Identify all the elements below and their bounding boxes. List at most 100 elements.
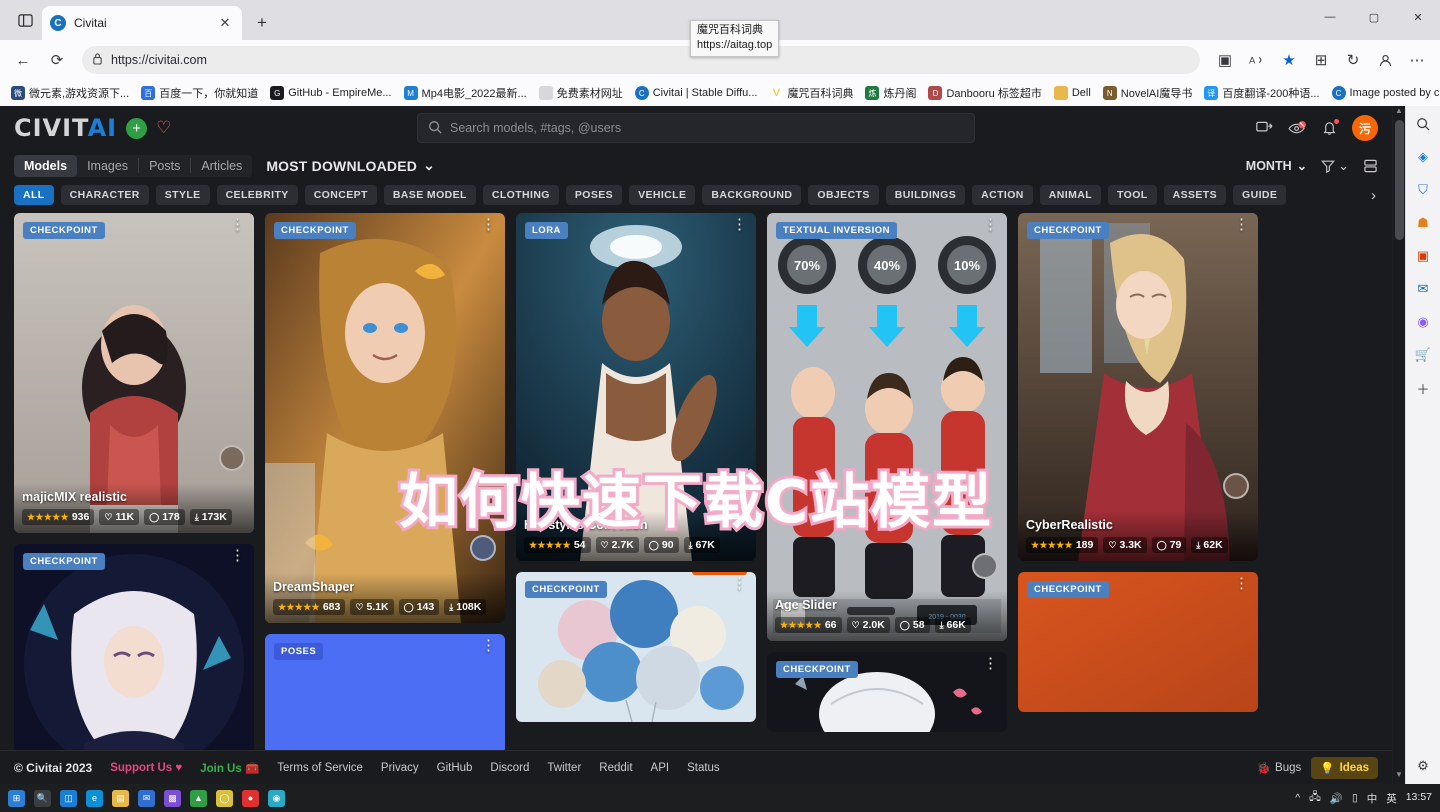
search-bar[interactable]: Search models, #tags, @users: [417, 113, 975, 143]
card-menu-icon[interactable]: ⋮: [230, 548, 245, 562]
model-card[interactable]: CHECKPOINT ⋮: [1018, 572, 1258, 712]
search-icon[interactable]: 🔍: [34, 789, 51, 807]
widgets-icon[interactable]: ◫: [60, 789, 77, 807]
site-logo[interactable]: CIVITAI + ♡: [14, 114, 171, 142]
office-icon[interactable]: ▣: [1413, 246, 1433, 266]
chip-action[interactable]: ACTION: [972, 185, 1033, 205]
back-icon[interactable]: ←: [8, 45, 38, 75]
avatar[interactable]: [219, 445, 245, 471]
chip-style[interactable]: STYLE: [155, 185, 210, 205]
card-menu-icon[interactable]: ⋮: [481, 217, 496, 231]
battery-icon[interactable]: ▯: [1352, 792, 1358, 804]
chrome-icon[interactable]: ◯: [216, 789, 233, 807]
notifications-icon[interactable]: [1322, 118, 1340, 136]
outlook-icon[interactable]: ✉: [1413, 279, 1433, 299]
bookmark-item[interactable]: D Danbooru 标签超市: [923, 83, 1046, 103]
chip-objects[interactable]: OBJECTS: [808, 185, 879, 205]
bookmark-item[interactable]: M Mp4电影_2022最新...: [399, 83, 532, 103]
maximize-icon[interactable]: ▢: [1352, 0, 1396, 34]
bookmark-item[interactable]: N NovelAI魔导书: [1098, 83, 1198, 103]
chip-buildings[interactable]: BUILDINGS: [885, 185, 966, 205]
favorite-icon[interactable]: ★: [1274, 45, 1304, 75]
model-card[interactable]: POSES ⋮: [265, 634, 505, 754]
chip-celebrity[interactable]: CELEBRITY: [216, 185, 298, 205]
browser-tab[interactable]: C Civitai ✕: [42, 6, 242, 40]
card-menu-icon[interactable]: ⋮: [983, 217, 998, 231]
model-card[interactable]: CHECKPOINT ⋮: [767, 652, 1007, 732]
close-icon[interactable]: ✕: [216, 14, 234, 32]
tab-models[interactable]: Models: [14, 154, 78, 177]
footer-link-status[interactable]: Status: [687, 762, 720, 774]
reload-icon[interactable]: ⟳: [42, 45, 72, 75]
model-card[interactable]: CHECKPOINT ⋮: [1018, 213, 1258, 561]
store-icon[interactable]: ▩: [164, 789, 181, 807]
chip-character[interactable]: CHARACTER: [60, 185, 149, 205]
ime-icon[interactable]: 中: [1367, 791, 1378, 806]
page-scrollbar[interactable]: ▲ ▼: [1392, 106, 1405, 784]
model-card[interactable]: CHECKPOINT ⋮: [265, 213, 505, 623]
address-bar[interactable]: https://civitai.com: [82, 46, 1200, 74]
avatar[interactable]: [1223, 473, 1249, 499]
tab-actions-button[interactable]: [8, 3, 42, 37]
card-menu-icon[interactable]: ⋮: [1234, 217, 1249, 231]
new-tab-button[interactable]: +: [248, 9, 276, 37]
bookmark-item[interactable]: Dell: [1049, 84, 1096, 102]
more-options-icon[interactable]: ⋯: [1402, 45, 1432, 75]
explorer-icon[interactable]: ▤: [112, 789, 129, 807]
model-card[interactable]: TEXTUAL INVERSION ⋮ 70% 40% 10% Age Slid…: [767, 213, 1007, 641]
footer-link-reddit[interactable]: Reddit: [599, 762, 632, 774]
model-card[interactable]: CHECKPOINT ⋮: [14, 544, 254, 784]
sound-icon[interactable]: 🔊: [1330, 792, 1343, 805]
chip-vehicle[interactable]: VEHICLE: [629, 185, 696, 205]
bugs-button[interactable]: 🐞 Bugs: [1257, 761, 1302, 775]
card-menu-icon[interactable]: ⋮: [732, 217, 747, 231]
model-card[interactable]: CHECKPOINT Updated ⋮: [516, 572, 756, 722]
chip-background[interactable]: BACKGROUND: [702, 185, 802, 205]
bookmark-item[interactable]: CImage posted by cn...: [1327, 84, 1440, 102]
search-icon[interactable]: [1413, 114, 1433, 134]
copilot-icon[interactable]: ◈: [1413, 147, 1433, 167]
chip-guide[interactable]: GUIDE: [1233, 185, 1287, 205]
chip-animal[interactable]: ANIMAL: [1039, 185, 1102, 205]
chip-base-model[interactable]: BASE MODEL: [383, 185, 476, 205]
person-icon[interactable]: ☗: [1413, 213, 1433, 233]
chip-all[interactable]: ALL: [14, 185, 54, 205]
avatar[interactable]: [721, 473, 747, 499]
add-tool-icon[interactable]: ＋: [1413, 378, 1433, 398]
hidden-content-icon[interactable]: [1288, 120, 1307, 136]
model-card[interactable]: CHECKPOINT ⋮: [14, 213, 254, 533]
collections-icon[interactable]: ⊞: [1306, 45, 1336, 75]
green-app-icon[interactable]: ▲: [190, 789, 207, 807]
bookmark-item[interactable]: V 魔咒百科词典: [764, 83, 858, 103]
edge-icon[interactable]: e: [86, 789, 103, 807]
history-icon[interactable]: ↻: [1338, 45, 1368, 75]
card-menu-icon[interactable]: ⋮: [481, 638, 496, 652]
chip-assets[interactable]: ASSETS: [1163, 185, 1227, 205]
footer-link-join[interactable]: Join Us 🧰: [200, 761, 259, 775]
bookmark-item[interactable]: 译百度翻译-200种语...: [1199, 83, 1324, 103]
shield-icon[interactable]: ⛉: [1413, 180, 1433, 200]
lang-icon[interactable]: 英: [1386, 791, 1397, 806]
filter-button[interactable]: ⌄: [1321, 158, 1349, 174]
ideas-button[interactable]: 💡 Ideas: [1311, 756, 1378, 779]
card-menu-icon[interactable]: ⋮: [230, 217, 245, 231]
card-menu-icon[interactable]: ⋮: [732, 576, 747, 590]
period-dropdown[interactable]: MONTH ⌄: [1246, 158, 1307, 174]
footer-link-api[interactable]: API: [651, 762, 670, 774]
bookmark-item[interactable]: G GitHub - EmpireMe...: [265, 84, 396, 102]
chips-next-icon[interactable]: ›: [1371, 187, 1378, 204]
footer-link-twitter[interactable]: Twitter: [547, 762, 581, 774]
bookmark-item[interactable]: 免费素材网址: [534, 83, 628, 103]
scrollbar-thumb[interactable]: [1395, 120, 1404, 240]
record-icon[interactable]: ●: [242, 789, 259, 807]
minimize-icon[interactable]: —: [1308, 0, 1352, 34]
footer-link-github[interactable]: GitHub: [437, 762, 473, 774]
footer-link-discord[interactable]: Discord: [490, 762, 529, 774]
scroll-down-icon[interactable]: ▼: [1393, 770, 1405, 784]
avatar[interactable]: 污: [1352, 115, 1378, 141]
footer-link-support[interactable]: Support Us ♥: [110, 762, 182, 774]
games-icon[interactable]: ◉: [1413, 312, 1433, 332]
card-menu-icon[interactable]: ⋮: [983, 656, 998, 670]
model-card[interactable]: LORA ⋮ Hairstyles Collection ★★★★★ 54 ♡ …: [516, 213, 756, 561]
sort-dropdown[interactable]: MOST DOWNLOADED ⌄: [266, 157, 435, 174]
